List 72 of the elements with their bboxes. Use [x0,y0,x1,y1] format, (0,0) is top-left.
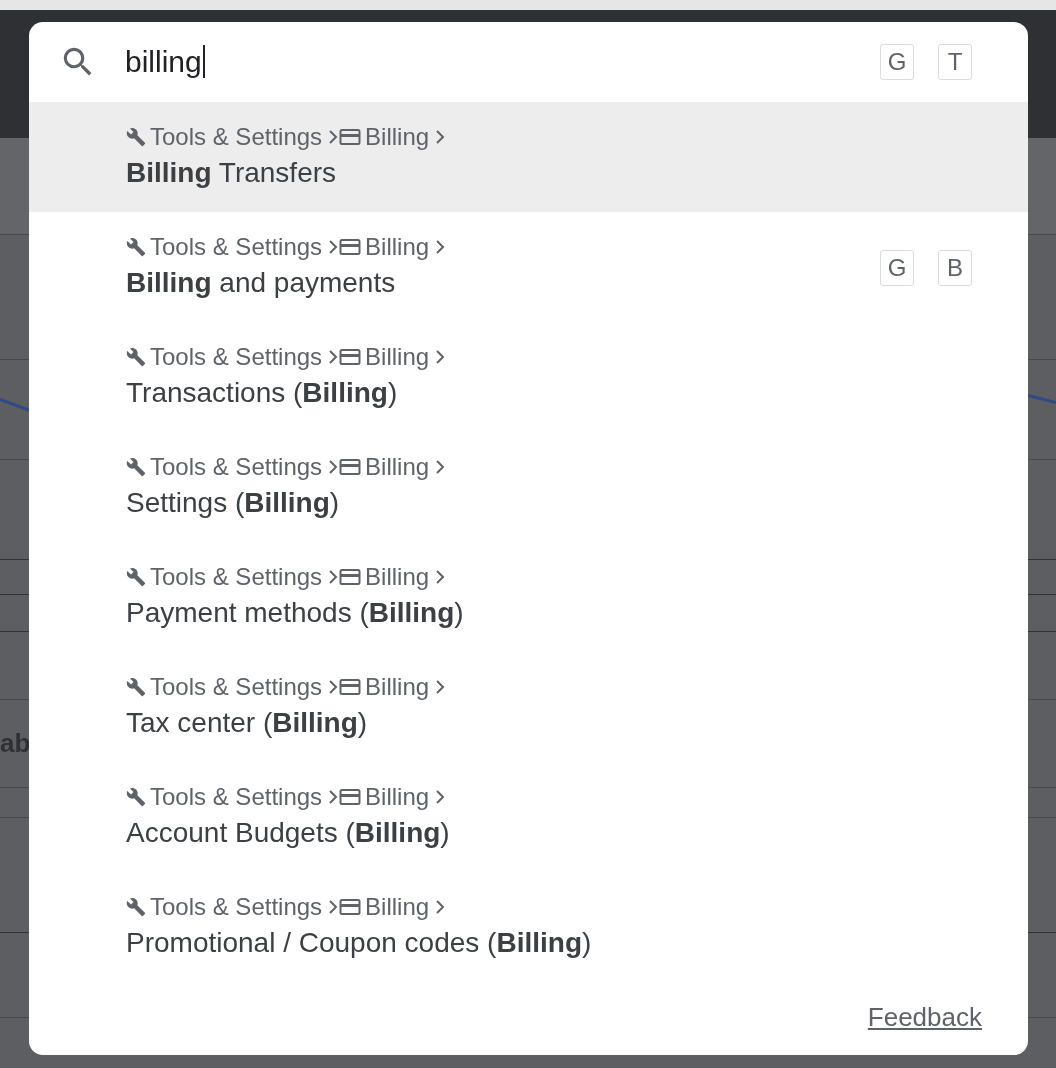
breadcrumb-text: Billing [365,452,430,482]
credit-card-icon [339,678,362,696]
shortcut-key: G [880,250,914,286]
chevron-right-icon [327,348,340,366]
shortcut-key: B [938,250,972,286]
credit-card-icon [339,128,362,146]
result-title: Transactions (Billing) [126,377,398,408]
result-title: Payment methods (Billing) [126,597,464,628]
result-title: Billing Transfers [126,157,337,188]
breadcrumb-text: Billing [365,122,430,152]
chevron-right-icon [327,458,340,476]
search-result[interactable]: Tools & Settings Billing Billing Transfers [29,102,1028,212]
wrench-icon [126,567,146,587]
chevron-right-icon [434,348,447,366]
chevron-right-icon [434,568,447,586]
wrench-icon [126,677,146,697]
chevron-right-icon [434,678,447,696]
search-result[interactable]: Tools & Settings Billing Account Budgets (Billing) [29,762,1028,872]
result-title: Billing and payments [126,267,396,298]
chevron-right-icon [434,898,447,916]
chevron-right-icon [327,128,340,146]
search-result[interactable]: Tools & Settings Billing Transactions (Billing) [29,322,1028,432]
credit-card-icon [339,238,362,256]
credit-card-icon [339,458,362,476]
credit-card-icon [339,898,362,916]
breadcrumb-text: Billing [365,782,430,812]
breadcrumb-text: Tools & Settings [150,782,323,812]
result-title: Tax center (Billing) [126,707,368,738]
breadcrumb-text: Billing [365,342,430,372]
shortcut-key: T [938,44,972,80]
credit-card-icon [339,348,362,366]
result-title: Promotional / Coupon codes (Billing) [126,927,592,958]
breadcrumb-text: Tools & Settings [150,122,323,152]
breadcrumb-text: Tools & Settings [150,562,323,592]
search-result[interactable]: Tools & Settings Billing Payment methods (Billing) [29,542,1028,652]
breadcrumb-text: Billing [365,672,430,702]
shortcut-key: G [880,44,914,80]
result-title: Settings (Billing) [126,487,340,518]
search-result[interactable]: Tools & Settings Billing Tax center (Billing) [29,652,1028,762]
search-result[interactable]: Tools & Settings Billing Billing and payments G B [29,212,1028,322]
wrench-icon [126,897,146,917]
credit-card-icon [339,568,362,586]
wrench-icon [126,347,146,367]
chevron-right-icon [327,788,340,806]
wrench-icon [126,457,146,477]
breadcrumb-text: Tools & Settings [150,672,323,702]
wrench-icon [126,127,146,147]
wrench-icon [126,237,146,257]
chart-line [0,398,30,412]
feedback-link[interactable]: Feedback [867,998,982,1037]
breadcrumb-text: Tools & Settings [150,342,323,372]
search-result[interactable]: Tools & Settings Billing Promotional / Coupon codes (Billing) [29,872,1028,982]
breadcrumb-text: Billing [365,562,430,592]
breadcrumb-text: Tools & Settings [150,892,323,922]
search-result[interactable]: Tools & Settings Billing Settings (Billing) [29,432,1028,542]
chevron-right-icon [434,128,447,146]
breadcrumb-text: Tools & Settings [150,232,323,262]
chevron-right-icon [434,238,447,256]
result-title: Account Budgets (Billing) [126,817,450,848]
chevron-right-icon [327,898,340,916]
credit-card-icon [339,788,362,806]
chevron-right-icon [327,678,340,696]
chart-line [1028,394,1056,404]
breadcrumb-text: Tools & Settings [150,452,323,482]
chevron-right-icon [327,238,340,256]
breadcrumb-text: Billing [365,892,430,922]
search-field[interactable]: billing [125,45,205,78]
wrench-icon [126,787,146,807]
chevron-right-icon [434,788,447,806]
chevron-right-icon [434,458,447,476]
breadcrumb-text: Billing [365,232,430,262]
chevron-right-icon [327,568,340,586]
